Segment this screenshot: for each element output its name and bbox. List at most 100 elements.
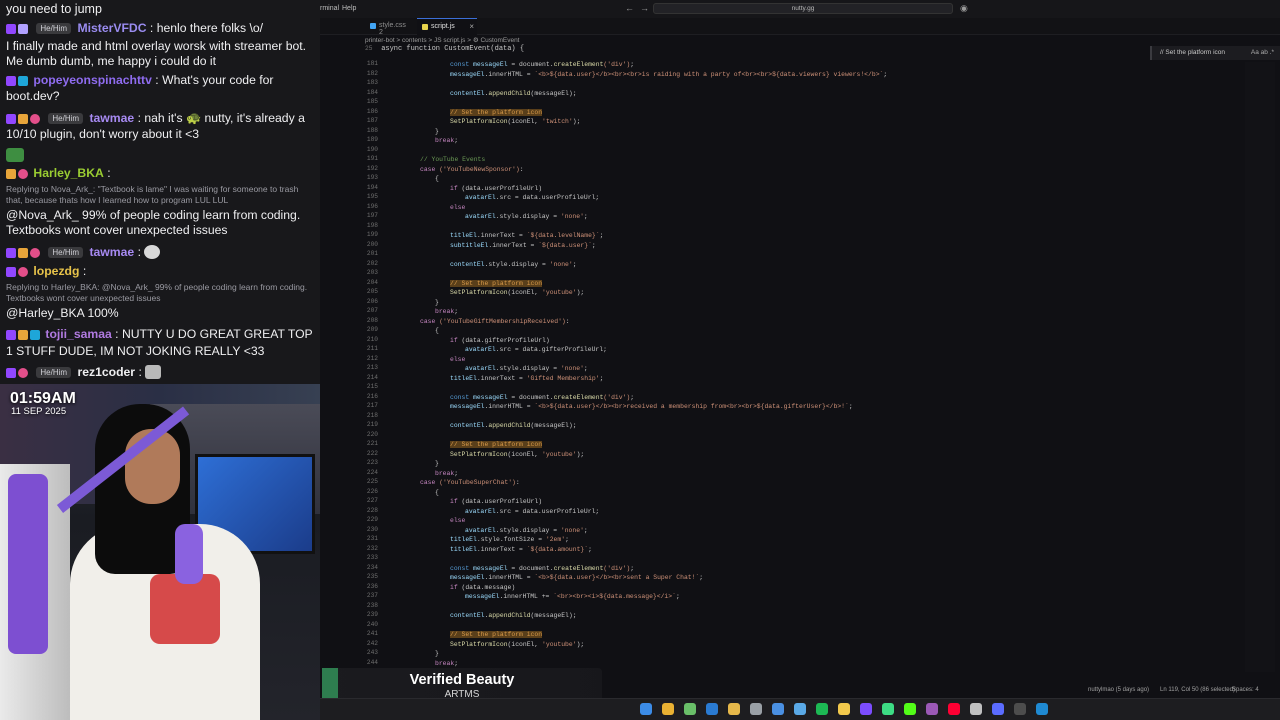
- code-line[interactable]: else: [450, 355, 465, 365]
- code-line[interactable]: {: [435, 326, 439, 336]
- code-line[interactable]: avatarEl.src = data.gifterProfileUrl;: [465, 345, 607, 355]
- code-line[interactable]: messageEl.innerHTML = `<b>${data.user}</…: [450, 70, 887, 80]
- code-line[interactable]: // Set the platform icon: [450, 108, 543, 118]
- chrome-dev-icon[interactable]: [684, 703, 696, 715]
- code-line[interactable]: avatarEl.src = data.userProfileUrl;: [465, 507, 599, 517]
- copilot-icon[interactable]: ◉: [960, 3, 968, 14]
- code-line[interactable]: break;: [435, 136, 458, 146]
- code-line[interactable]: case ('YouTubeNewSponsor'):: [420, 165, 524, 175]
- indent-spaces[interactable]: Spaces: 4: [1232, 687, 1259, 693]
- app-icon[interactable]: [772, 703, 784, 715]
- code-line[interactable]: const messageEl = document.createElement…: [450, 564, 634, 574]
- code-line[interactable]: messageEl.innerHTML += `<br><br><i>${dat…: [465, 592, 680, 602]
- spotify-icon[interactable]: [816, 703, 828, 715]
- vscode-alt-icon[interactable]: [706, 703, 718, 715]
- code-line[interactable]: contentEl.appendChild(messageEl);: [450, 421, 577, 431]
- code-line[interactable]: avatarEl.style.display = 'none';: [465, 364, 588, 374]
- android-studio-icon[interactable]: [882, 703, 894, 715]
- command-search-input[interactable]: nutty.gg: [653, 3, 953, 14]
- menu-terminal[interactable]: rminal: [320, 5, 339, 12]
- code-line[interactable]: case ('YouTubeSuperChat'):: [420, 478, 520, 488]
- code-line[interactable]: SetPlatformIcon(iconEl, 'youtube');: [450, 288, 584, 298]
- git-blame[interactable]: nuttylmao (5 days ago): [1088, 687, 1149, 693]
- code-line[interactable]: const messageEl = document.createElement…: [450, 393, 634, 403]
- code-line[interactable]: // YouTube Events: [420, 155, 485, 165]
- vscode-icon[interactable]: [1036, 703, 1048, 715]
- code-line[interactable]: titleEl.innerText = `${data.levelName}`;: [450, 231, 603, 241]
- code-line[interactable]: else: [450, 203, 465, 213]
- code-line[interactable]: break;: [435, 659, 458, 669]
- code-line[interactable]: if (data.userProfileUrl): [450, 184, 542, 194]
- tab-script-js[interactable]: script.js ×: [417, 18, 477, 35]
- code-line[interactable]: }: [435, 298, 439, 308]
- code-line[interactable]: break;: [435, 469, 458, 479]
- youtube-icon[interactable]: [948, 703, 960, 715]
- code-line[interactable]: contentEl.appendChild(messageEl);: [450, 89, 577, 99]
- kick-icon[interactable]: [904, 703, 916, 715]
- drive-icon[interactable]: [794, 703, 806, 715]
- code-line[interactable]: messageEl.innerHTML = `<b>${data.user}</…: [450, 573, 703, 583]
- settings-icon[interactable]: [750, 703, 762, 715]
- code-line[interactable]: }: [435, 459, 439, 469]
- code-line[interactable]: // Set the platform icon: [450, 279, 543, 289]
- code-line[interactable]: SetPlatformIcon(iconEl, 'twitch');: [450, 117, 580, 127]
- code-line[interactable]: messageEl.innerHTML = `<b>${data.user}</…: [450, 402, 853, 412]
- chat-username[interactable]: MisterVFDC: [77, 21, 146, 35]
- notes-icon[interactable]: [838, 703, 850, 715]
- code-line[interactable]: titleEl.innerText = `${data.amount}`;: [450, 545, 592, 555]
- code-line[interactable]: break;: [435, 307, 458, 317]
- code-line[interactable]: contentEl.style.display = 'none';: [450, 260, 577, 270]
- terminal-icon[interactable]: [1014, 703, 1026, 715]
- code-line[interactable]: case ('YouTubeGiftMembershipReceived'):: [420, 317, 570, 327]
- close-icon[interactable]: ×: [469, 22, 474, 31]
- code-line[interactable]: SetPlatformIcon(iconEl, 'youtube');: [450, 640, 584, 650]
- code-line[interactable]: avatarEl.style.display = 'none';: [465, 526, 588, 536]
- minimap[interactable]: [1245, 62, 1275, 672]
- menu-help[interactable]: Help: [342, 5, 356, 12]
- chat-username[interactable]: popeyeonspinachttv: [33, 73, 152, 87]
- code-line[interactable]: {: [435, 488, 439, 498]
- chrome-icon[interactable]: [662, 703, 674, 715]
- cursor-position[interactable]: Ln 119, Col 50 (86 selected): [1160, 687, 1235, 693]
- app3-icon[interactable]: [970, 703, 982, 715]
- code-line[interactable]: avatarEl.style.display = 'none';: [465, 212, 588, 222]
- sticky-scroll-line[interactable]: 25 async function CustomEvent(data) {: [365, 45, 524, 53]
- obsidian-icon[interactable]: [860, 703, 872, 715]
- code-line[interactable]: else: [450, 516, 465, 526]
- code-line[interactable]: subtitleEl.innerText = `${data.user}`;: [450, 241, 596, 251]
- find-widget[interactable]: // Set the platform icon Aa ab .*: [1150, 46, 1280, 60]
- forward-arrow-icon[interactable]: →: [640, 3, 649, 13]
- code-line[interactable]: avatarEl.src = data.userProfileUrl;: [465, 193, 599, 203]
- line-number: 182: [366, 69, 378, 77]
- chat-username[interactable]: Harley_BKA: [33, 166, 103, 180]
- code-line[interactable]: {: [435, 174, 439, 184]
- chat-username[interactable]: tojii_samaa: [45, 327, 111, 341]
- chat-username[interactable]: tawmae: [89, 111, 134, 125]
- code-line[interactable]: if (data.userProfileUrl): [450, 497, 542, 507]
- app4-icon[interactable]: [992, 703, 1004, 715]
- frog-emote-icon: [6, 147, 24, 162]
- code-line[interactable]: titleEl.innerText = 'Gifted Membership';: [450, 374, 603, 384]
- find-options[interactable]: Aa ab .*: [1251, 46, 1274, 60]
- back-arrow-icon[interactable]: ←: [625, 3, 634, 13]
- code-line[interactable]: const messageEl = document.createElement…: [450, 60, 634, 70]
- code-line[interactable]: // Set the platform icon: [450, 440, 543, 450]
- app2-icon[interactable]: [926, 703, 938, 715]
- chat-username[interactable]: rez1coder: [77, 365, 135, 379]
- code-token: 'youtube': [542, 640, 577, 648]
- code-line[interactable]: contentEl.appendChild(messageEl);: [450, 611, 577, 621]
- code-line[interactable]: if (data.gifterProfileUrl): [450, 336, 550, 346]
- code-line[interactable]: if (data.message): [450, 583, 515, 593]
- tab-style-css[interactable]: style.css 2: [365, 18, 415, 36]
- code-line[interactable]: }: [435, 649, 439, 659]
- breadcrumb[interactable]: printer-bot > contents > JS script.js > …: [365, 36, 520, 44]
- code-line[interactable]: titleEl.style.fontSize = '2em';: [450, 535, 569, 545]
- code-line[interactable]: // Set the platform icon: [450, 630, 543, 640]
- windows-start-icon[interactable]: [640, 703, 652, 715]
- code-line[interactable]: }: [435, 127, 439, 137]
- find-input[interactable]: // Set the platform icon: [1160, 49, 1225, 56]
- code-line[interactable]: SetPlatformIcon(iconEl, 'youtube');: [450, 450, 584, 460]
- file-explorer-icon[interactable]: [728, 703, 740, 715]
- chat-username[interactable]: tawmae: [89, 245, 134, 259]
- chat-username[interactable]: lopezdg: [33, 264, 79, 278]
